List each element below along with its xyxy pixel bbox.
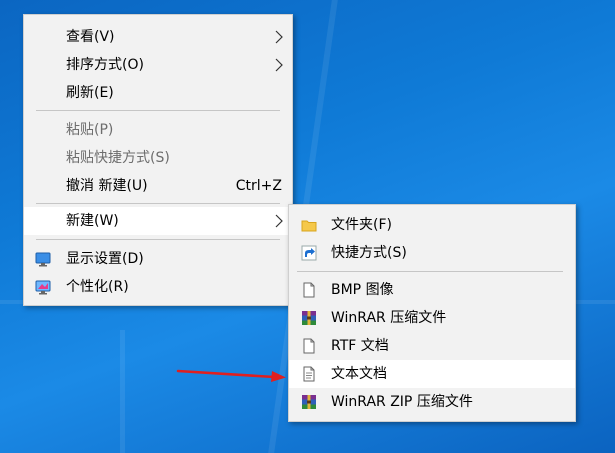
chevron-right-icon — [275, 58, 283, 72]
submenu-item-folder[interactable]: 文件夹(F) — [289, 211, 575, 239]
menu-separator — [36, 239, 280, 240]
menu-item-view[interactable]: 查看(V) — [24, 23, 292, 51]
new-submenu: 文件夹(F) 快捷方式(S) BMP 图像 WinRAR 压缩文件 RTF 文档 — [288, 204, 576, 422]
submenu-item-winrar-archive[interactable]: WinRAR 压缩文件 — [289, 304, 575, 332]
menu-item-paste[interactable]: 粘贴(P) — [24, 116, 292, 144]
submenu-item-winrar-zip[interactable]: WinRAR ZIP 压缩文件 — [289, 388, 575, 416]
submenu-item-shortcut[interactable]: 快捷方式(S) — [289, 239, 575, 267]
annotation-arrow — [176, 369, 286, 382]
menu-separator — [36, 110, 280, 111]
bmp-image-icon — [303, 282, 315, 298]
menu-separator — [297, 271, 563, 272]
undo-shortcut: Ctrl+Z — [235, 178, 282, 194]
menu-item-refresh[interactable]: 刷新(E) — [24, 79, 292, 107]
menu-item-undo-new[interactable]: 撤消 新建(U) Ctrl+Z — [24, 172, 292, 200]
shortcut-icon — [301, 245, 317, 261]
desktop-context-menu: 查看(V) 排序方式(O) 刷新(E) 粘贴(P) 粘贴快捷方式(S) 撤消 新… — [23, 14, 293, 306]
folder-icon — [301, 220, 317, 232]
rtf-document-icon — [303, 338, 315, 354]
winrar-zip-icon — [302, 395, 316, 409]
submenu-item-bmp-image[interactable]: BMP 图像 — [289, 276, 575, 304]
winrar-icon — [302, 311, 316, 325]
chevron-right-icon — [275, 30, 283, 44]
text-document-icon — [303, 366, 315, 382]
menu-item-display-settings[interactable]: 显示设置(D) — [24, 245, 292, 273]
menu-separator — [36, 203, 280, 204]
submenu-item-rtf-document[interactable]: RTF 文档 — [289, 332, 575, 360]
submenu-item-text-document[interactable]: 文本文档 — [289, 360, 575, 388]
menu-item-paste-shortcut[interactable]: 粘贴快捷方式(S) — [24, 144, 292, 172]
display-settings-icon — [35, 252, 51, 267]
menu-item-personalize[interactable]: 个性化(R) — [24, 273, 292, 301]
menu-item-sort-by[interactable]: 排序方式(O) — [24, 51, 292, 79]
personalize-icon — [35, 280, 51, 295]
menu-item-new[interactable]: 新建(W) — [24, 207, 292, 235]
chevron-right-icon — [275, 214, 283, 228]
